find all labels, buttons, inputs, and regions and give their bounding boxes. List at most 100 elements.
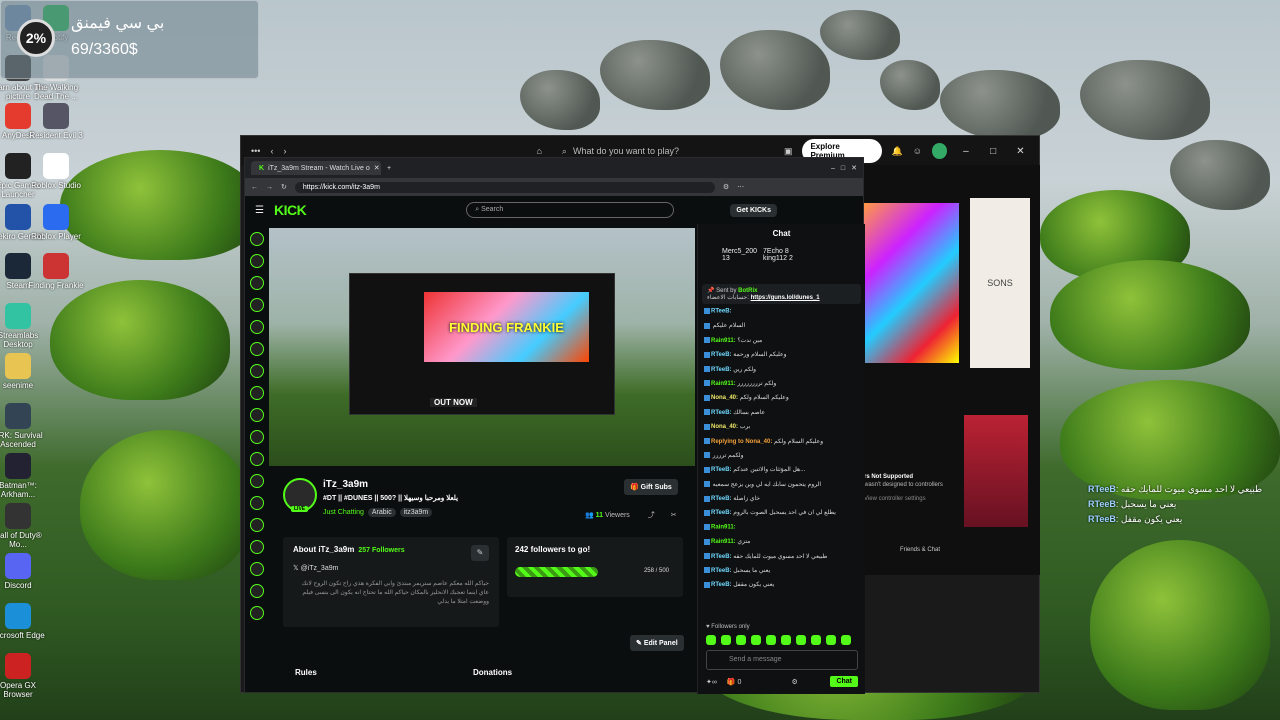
followed-channel-avatar[interactable] xyxy=(250,584,264,598)
emote[interactable] xyxy=(706,635,716,645)
chat-message[interactable]: ولكمم ترررر xyxy=(704,452,859,466)
chat-message[interactable]: RTeeB: يعني ما يسحبل xyxy=(704,567,859,581)
followed-channel-avatar[interactable] xyxy=(250,320,264,334)
home-icon[interactable]: ⌂ xyxy=(536,146,541,156)
chat-username[interactable]: Rain911: xyxy=(711,539,736,545)
friends-icon[interactable]: ☺ xyxy=(913,146,922,156)
nav-back-icon[interactable]: ← xyxy=(251,184,258,191)
chat-message[interactable]: الروم يتحمون سابك ايه لي وين يزعج سمعيه xyxy=(704,481,859,495)
close-button[interactable]: ✕ xyxy=(1012,146,1029,157)
chat-username[interactable]: RTeeB: xyxy=(711,510,732,516)
desktop-icon[interactable]: Roblox Player xyxy=(26,204,86,241)
followed-channel-avatar[interactable] xyxy=(250,408,264,422)
emote[interactable] xyxy=(766,635,776,645)
chat-username[interactable]: RTeeB: xyxy=(711,554,732,560)
emote[interactable] xyxy=(721,635,731,645)
x-social-link[interactable]: 𝕏 @iTz_3a9m xyxy=(293,564,489,572)
stream-video-player[interactable]: FINDING FRANKIE OUT NOW xyxy=(269,228,695,466)
chat-username[interactable]: Rain911: xyxy=(711,524,736,530)
chat-message[interactable]: RTeeB: يطلع لي ان في احد يسحبل الصوت بال… xyxy=(704,509,859,523)
game-art-2[interactable]: SONS xyxy=(970,198,1030,368)
followed-channel-avatar[interactable] xyxy=(250,430,264,444)
followed-channel-avatar[interactable] xyxy=(250,562,264,576)
view-controller-settings[interactable]: View controller settings xyxy=(864,495,960,503)
chat-username[interactable]: RTeeB: xyxy=(711,309,732,315)
chat-message[interactable]: RTeeB: xyxy=(704,308,859,322)
desktop-icon[interactable]: Streamlabs Desktop xyxy=(0,303,48,349)
chat-message[interactable]: Rain911: مين ندت؟ xyxy=(704,337,859,351)
leader-2[interactable]: 7Echo 8 king112 2 xyxy=(763,248,793,272)
store-icon[interactable]: ▣ xyxy=(784,146,793,157)
chat-message[interactable]: Nona_40: برب xyxy=(704,423,859,437)
chat-settings-icon[interactable]: ⚙ xyxy=(791,678,797,686)
followed-channel-avatar[interactable] xyxy=(250,254,264,268)
gift-icon[interactable]: 🎁 0 xyxy=(727,678,742,686)
emote[interactable] xyxy=(781,635,791,645)
chat-username[interactable]: Nona_40: xyxy=(711,395,738,401)
category-link[interactable]: Just Chatting xyxy=(323,508,364,517)
friends-chat-button[interactable]: Friends & Chat xyxy=(900,547,940,553)
menu-icon[interactable]: ☰ xyxy=(255,205,264,216)
pinned-link[interactable]: https://guns.lol/dunes_1 xyxy=(751,295,820,301)
emote[interactable] xyxy=(796,635,806,645)
browser-minimize[interactable]: – xyxy=(831,165,835,172)
share-icon[interactable]: ⤴ xyxy=(648,512,655,519)
desktop-icon[interactable]: Roblox Studio xyxy=(26,153,86,190)
desktop-icon[interactable]: Resident Evil 3 xyxy=(26,103,86,140)
chat-username[interactable]: RTeeB: xyxy=(711,496,732,502)
game-art-1[interactable] xyxy=(864,203,959,363)
chat-username[interactable]: RTeeB: xyxy=(711,352,732,358)
reload-icon[interactable]: ↻ xyxy=(281,183,287,191)
desktop-icon[interactable]: Finding Frankie xyxy=(26,253,86,290)
new-tab-icon[interactable]: + xyxy=(387,165,391,172)
chat-message[interactable]: Rain911: ولكم ترررررررر xyxy=(704,380,859,394)
chat-message[interactable]: السلام عليكم xyxy=(704,322,859,336)
profile-avatar[interactable] xyxy=(931,143,948,159)
chat-message[interactable]: RTeeB: يعني يكون مقفل xyxy=(704,581,859,595)
followed-channel-avatar[interactable] xyxy=(250,276,264,290)
minimize-button[interactable]: – xyxy=(957,146,974,157)
back-icon[interactable]: ‹ xyxy=(270,146,273,156)
followed-channel-avatar[interactable] xyxy=(250,452,264,466)
emote[interactable] xyxy=(751,635,761,645)
browser-tab[interactable]: K iTz_3a9m Stream - Watch Live o ✕ xyxy=(251,161,381,175)
clip-icon[interactable]: ✂ xyxy=(671,512,677,519)
edit-panel-button[interactable]: ✎ Edit Panel xyxy=(630,635,684,651)
browser-menu-icon[interactable]: ⋯ xyxy=(737,183,744,191)
chat-username[interactable]: Nona_40: xyxy=(711,424,738,430)
chat-message[interactable]: Rain911: xyxy=(704,523,859,538)
emote[interactable] xyxy=(841,635,851,645)
chat-message[interactable]: RTeeB: وعليكم السلام ورحمة xyxy=(704,351,859,365)
tab-close-icon[interactable]: ✕ xyxy=(374,164,380,172)
chat-username[interactable]: Rain911: xyxy=(711,381,736,387)
chat-message[interactable]: RTeeB: ولكم رين xyxy=(704,365,859,380)
followed-channel-avatar[interactable] xyxy=(250,540,264,554)
followed-channel-avatar[interactable] xyxy=(250,474,264,488)
chat-username[interactable]: RTeeB: xyxy=(711,467,732,473)
channel-name[interactable]: iTz_3a9m xyxy=(323,479,368,490)
bell-icon[interactable]: 🔔 xyxy=(892,146,903,157)
emote[interactable] xyxy=(736,635,746,645)
desktop-icon[interactable]: Opera GX Browser xyxy=(0,653,48,699)
chat-message[interactable]: RTeeB: عاصم بسالك xyxy=(704,409,859,423)
chat-username[interactable]: Replying to Nona_40: xyxy=(711,439,772,445)
chat-message[interactable]: RTeeB: طبيعي لا احد مسوي ميوت للمايك حقه xyxy=(704,553,859,567)
edit-about-icon[interactable]: ✎ xyxy=(471,545,489,561)
maximize-button[interactable]: □ xyxy=(985,146,1002,157)
kick-search-input[interactable]: ⌕ Search xyxy=(466,202,675,218)
followed-channel-avatar[interactable] xyxy=(250,298,264,312)
chat-username[interactable]: RTeeB: xyxy=(711,367,732,373)
desktop-icon[interactable]: Call of Duty® Mo... xyxy=(0,503,48,549)
chat-message[interactable]: RTeeB: خاي زاصلة xyxy=(704,495,859,509)
tag-itz3a9m[interactable]: itz3a9m xyxy=(399,508,433,517)
followed-channel-avatar[interactable] xyxy=(250,386,264,400)
followed-channel-avatar[interactable] xyxy=(250,364,264,378)
desktop-icon[interactable]: ARK: Survival Ascended xyxy=(0,403,48,449)
followed-channel-avatar[interactable] xyxy=(250,606,264,620)
desktop-icon[interactable]: seenime xyxy=(0,353,48,390)
more-icon[interactable]: ••• xyxy=(251,146,260,156)
pinned-message[interactable]: 📌 Sent by BotRix حسابات الاعضاء: https:/… xyxy=(702,284,861,304)
desktop-icon[interactable]: Batman™: Arkham... xyxy=(0,453,48,499)
emote[interactable] xyxy=(811,635,821,645)
get-kicks-button[interactable]: Get KICKs xyxy=(730,203,777,217)
